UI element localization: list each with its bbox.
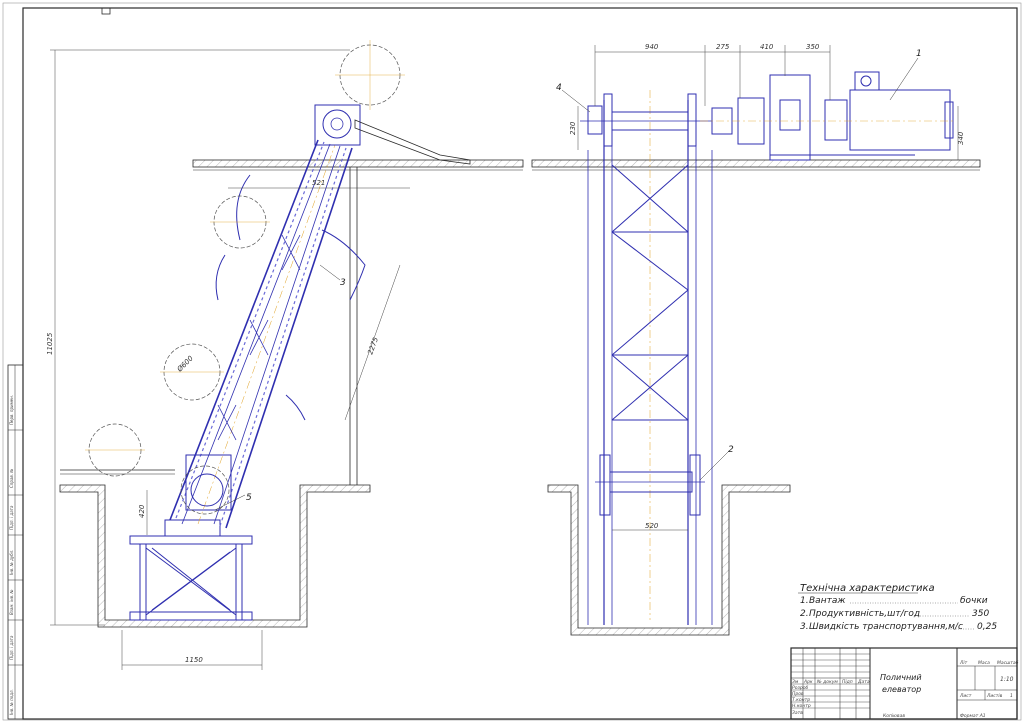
spec-line-3-value: 0,25 bbox=[977, 622, 997, 632]
dim-pit-depth: 420 bbox=[138, 504, 146, 518]
tb-role-tcontrol: Т.контр bbox=[792, 697, 810, 703]
spec-line-1-num: 1. bbox=[800, 596, 809, 606]
base-frame bbox=[129, 519, 253, 621]
dim-incline-length: 2275 bbox=[366, 336, 380, 356]
drawing-name-line1: Поличний bbox=[880, 673, 922, 682]
dim-base-width: 1150 bbox=[185, 656, 203, 664]
upper-floor-left bbox=[192, 159, 524, 171]
dim-940: 940 bbox=[645, 43, 659, 51]
tb-col-date: Дата bbox=[857, 679, 870, 685]
tb-lit: Літ bbox=[959, 660, 968, 666]
dim-top-width: 521 bbox=[312, 179, 325, 187]
title-block-text: Зм Арк № докум Підп Дата Розроб Пров Т.к… bbox=[792, 660, 1019, 719]
dim-total-height: 11025 bbox=[46, 332, 54, 355]
tb-format: Формат А1 bbox=[960, 713, 986, 719]
tb-role-ncontrol: Н.контр bbox=[792, 703, 811, 709]
callout-3: 3 bbox=[340, 278, 346, 288]
side-stamp-label-5: Підп. і дата bbox=[9, 635, 14, 660]
right-view: 940 275 410 350 230 340 520 4 1 2 bbox=[531, 43, 981, 636]
callout-4: 4 bbox=[556, 83, 562, 93]
drawing-sheet: Перв. примен. Справ. № Підп. і дата Інв.… bbox=[2, 2, 1022, 721]
right-dimensions bbox=[577, 45, 959, 531]
tb-scale-label: Масштаб bbox=[997, 660, 1019, 666]
tb-col-ark: Арк bbox=[803, 679, 813, 685]
left-view: 11025 521 2275 420 1150 Ø600 3 5 bbox=[46, 40, 524, 670]
spec-line-3-label: Швидкість транспортування,м/с bbox=[809, 622, 963, 632]
spec-line-2-value: 350 bbox=[972, 609, 989, 619]
callout-5: 5 bbox=[246, 493, 252, 503]
tb-sheet: Лист bbox=[959, 693, 972, 699]
side-stamp-label-0: Перв. примен. bbox=[9, 395, 14, 425]
side-stamp-label-3: Інв. № дубл. bbox=[9, 549, 14, 575]
spec-line-1-value: бочки bbox=[960, 596, 988, 606]
tb-sheets: Листів bbox=[986, 693, 1003, 699]
vertical-frame bbox=[580, 71, 955, 625]
dim-410: 410 bbox=[760, 43, 774, 51]
inclined-conveyor bbox=[169, 104, 471, 529]
tb-role-developer: Розроб bbox=[792, 685, 808, 691]
spec-line-3-num: 3. bbox=[800, 622, 809, 632]
barrels bbox=[88, 44, 401, 515]
spec-line-2-label: Продуктивність,шт/год bbox=[809, 609, 920, 619]
side-stamp-label-4: Взам. інв. № bbox=[9, 589, 14, 615]
callout-1: 1 bbox=[916, 49, 922, 59]
side-stamp-label-1: Справ. № bbox=[9, 469, 14, 488]
dim-barrel-diameter: Ø600 bbox=[175, 354, 195, 374]
tb-scale: 1:10 bbox=[1000, 676, 1014, 683]
ground-pit-right bbox=[547, 484, 791, 636]
tb-mass: Маса bbox=[978, 660, 990, 666]
tb-sheets-count: 1 bbox=[1010, 693, 1013, 699]
side-stamp-label-6: Інв. № подл. bbox=[9, 689, 14, 715]
tb-role-checker: Пров bbox=[792, 691, 804, 697]
tb-copied: Копіював bbox=[883, 713, 905, 719]
top-left-tab bbox=[101, 7, 111, 15]
tb-role-approved: Затв bbox=[792, 710, 803, 716]
spec-line-2-num: 2. bbox=[800, 609, 809, 619]
ground-pit-left bbox=[59, 469, 371, 628]
dim-520: 520 bbox=[645, 522, 659, 530]
spec-line-1-label: Вантаж bbox=[809, 596, 846, 606]
side-stamp-label-2: Підп. і дата bbox=[9, 505, 14, 530]
upper-floor-right bbox=[531, 159, 981, 168]
tb-col-sign: Підп bbox=[842, 679, 853, 685]
drawing-name-line2: елеватор bbox=[882, 685, 921, 694]
tb-col-doc: № докум bbox=[816, 679, 838, 685]
dim-275: 275 bbox=[716, 43, 730, 51]
tb-col-zm: Зм bbox=[792, 679, 799, 685]
side-stamp: Перв. примен. Справ. № Підп. і дата Інв.… bbox=[7, 364, 24, 720]
callout-2: 2 bbox=[728, 445, 734, 455]
spec-title: Технічна характеристика bbox=[800, 582, 935, 594]
dim-350: 350 bbox=[806, 43, 820, 51]
tech-spec: Технічна характеристика 1. Вантаж бочки … bbox=[798, 582, 997, 632]
dim-340: 340 bbox=[957, 131, 965, 145]
dim-230: 230 bbox=[569, 121, 577, 135]
